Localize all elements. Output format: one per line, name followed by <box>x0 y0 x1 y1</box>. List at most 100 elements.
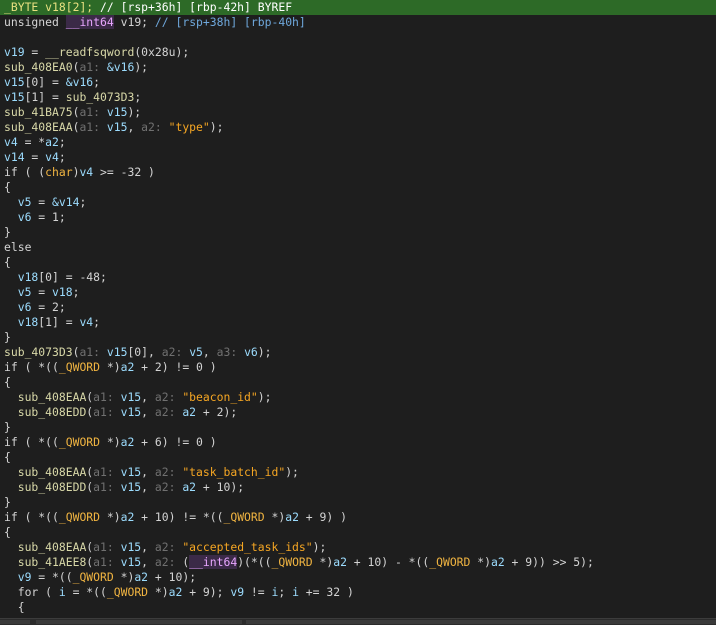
code-token-var[interactable]: v15 <box>121 390 142 404</box>
code-line[interactable]: v19 = __readfsqword(0x28u); <box>0 45 716 60</box>
code-token-var[interactable]: a2 <box>169 585 183 599</box>
code-line[interactable]: { <box>0 525 716 540</box>
code-token-func[interactable]: __readfsqword <box>45 45 134 59</box>
code-token-var[interactable]: v15 <box>121 480 142 494</box>
code-line[interactable]: { <box>0 600 716 615</box>
code-token-var[interactable]: a2 <box>182 405 196 419</box>
code-token-var[interactable]: a2 <box>121 510 135 524</box>
code-line[interactable]: sub_408EDD(a1: v15, a2: a2 + 2); <box>0 405 716 420</box>
code-token-func[interactable]: sub_408EA0 <box>4 60 73 74</box>
code-token-var[interactable]: &v16 <box>107 60 134 74</box>
code-token-func[interactable]: sub_41AEE8 <box>18 555 87 569</box>
code-line[interactable]: } <box>0 330 716 345</box>
code-line[interactable]: } <box>0 495 716 510</box>
code-line[interactable]: v6 = 2; <box>0 300 716 315</box>
code-token-var[interactable]: v15 <box>107 105 128 119</box>
code-line[interactable]: v9 = *((_QWORD *)a2 + 10); <box>0 570 716 585</box>
code-token-var[interactable]: v4 <box>79 315 93 329</box>
code-token-var[interactable]: &v14 <box>52 195 79 209</box>
code-line[interactable]: { <box>0 255 716 270</box>
code-line[interactable]: v5 = v18; <box>0 285 716 300</box>
code-line[interactable]: if ( *((_QWORD *)a2 + 10) != *((_QWORD *… <box>0 510 716 525</box>
code-token-var[interactable]: v6 <box>244 345 258 359</box>
code-line[interactable]: sub_408EDD(a1: v15, a2: a2 + 10); <box>0 480 716 495</box>
code-line[interactable]: sub_408EA0(a1: &v16); <box>0 60 716 75</box>
code-line[interactable]: if ( (char)v4 >= -32 ) <box>0 165 716 180</box>
code-line[interactable]: v6 = 1; <box>0 210 716 225</box>
code-line[interactable]: { <box>0 375 716 390</box>
code-token-var[interactable]: v9 <box>18 570 32 584</box>
status-bar-segment[interactable] <box>0 620 30 624</box>
code-line[interactable]: unsigned __int64 v19; // [rsp+38h] [rbp-… <box>0 15 716 30</box>
code-token-var[interactable]: a2 <box>285 510 299 524</box>
code-token-var[interactable]: v5 <box>18 285 32 299</box>
code-token-var[interactable]: v4 <box>45 150 59 164</box>
code-token-var[interactable]: v18 <box>52 285 73 299</box>
code-line[interactable]: v5 = &v14; <box>0 195 716 210</box>
code-token-var[interactable]: a2 <box>491 555 505 569</box>
code-token-func[interactable]: sub_408EDD <box>18 480 87 494</box>
code-line[interactable]: v18[1] = v4; <box>0 315 716 330</box>
status-bar-segment[interactable] <box>36 620 242 624</box>
code-line[interactable]: for ( i = *((_QWORD *)a2 + 9); v9 != i; … <box>0 585 716 600</box>
code-token-func[interactable]: sub_408EAA <box>18 465 87 479</box>
code-line[interactable]: v4 = *a2; <box>0 135 716 150</box>
code-line[interactable]: sub_408EAA(a1: v15, a2: "task_batch_id")… <box>0 465 716 480</box>
code-token-var[interactable]: &v16 <box>66 75 93 89</box>
code-line[interactable]: sub_408EAA(a1: v15, a2: "beacon_id"); <box>0 390 716 405</box>
code-token-var[interactable]: v18 <box>18 315 39 329</box>
code-token-var[interactable]: v4 <box>79 165 93 179</box>
code-token-var[interactable]: a2 <box>45 135 59 149</box>
code-line[interactable]: sub_41AEE8(a1: v15, a2: (__int64)(*((_QW… <box>0 555 716 570</box>
code-line[interactable]: } <box>0 420 716 435</box>
code-token-var[interactable]: a2 <box>333 555 347 569</box>
code-token-var[interactable]: v15 <box>4 75 25 89</box>
code-token-var[interactable]: v15 <box>121 555 142 569</box>
code-token-var[interactable]: v19 <box>4 45 25 59</box>
code-token-var[interactable]: a2 <box>182 480 196 494</box>
code-line[interactable]: sub_408EAA(a1: v15, a2: "accepted_task_i… <box>0 540 716 555</box>
code-token-func[interactable]: sub_408EAA <box>18 390 87 404</box>
status-bar-segment[interactable] <box>246 620 716 624</box>
code-line[interactable]: { <box>0 450 716 465</box>
code-line[interactable]: } <box>0 225 716 240</box>
code-token-var[interactable]: v15 <box>121 405 142 419</box>
code-token-func[interactable]: sub_408EDD <box>18 405 87 419</box>
code-line[interactable]: if ( *((_QWORD *)a2 + 6) != 0 ) <box>0 435 716 450</box>
code-line[interactable]: { <box>0 180 716 195</box>
code-token-func[interactable]: sub_41BA75 <box>4 105 73 119</box>
code-line[interactable]: sub_41BA75(a1: v15); <box>0 105 716 120</box>
code-token-var[interactable]: i <box>59 585 66 599</box>
code-line[interactable]: v15[1] = sub_4073D3; <box>0 90 716 105</box>
code-line[interactable]: v15[0] = &v16; <box>0 75 716 90</box>
code-token-var[interactable]: v15 <box>107 345 128 359</box>
code-token-var[interactable]: v15 <box>4 90 25 104</box>
code-token-var[interactable]: v4 <box>4 135 18 149</box>
code-token-var[interactable]: a2 <box>121 435 135 449</box>
code-token-var[interactable]: a2 <box>121 360 135 374</box>
code-token-var[interactable]: v15 <box>121 540 142 554</box>
code-token-var[interactable]: v15 <box>121 465 142 479</box>
code-token-func[interactable]: sub_4073D3 <box>4 345 73 359</box>
code-token-var[interactable]: v6 <box>18 210 32 224</box>
code-token-var[interactable]: v18 <box>18 270 39 284</box>
code-line[interactable]: sub_408EAA(a1: v15, a2: "type"); <box>0 120 716 135</box>
code-token-var[interactable]: v9 <box>230 585 244 599</box>
code-token-var[interactable]: v15 <box>107 120 128 134</box>
code-line[interactable]: v14 = v4; <box>0 150 716 165</box>
code-token-var[interactable]: v14 <box>4 150 25 164</box>
code-token-var[interactable]: a2 <box>134 570 148 584</box>
code-line[interactable] <box>0 30 716 45</box>
code-token-var[interactable]: v5 <box>18 195 32 209</box>
code-token-func[interactable]: sub_4073D3 <box>66 90 135 104</box>
code-line[interactable]: if ( *((_QWORD *)a2 + 2) != 0 ) <box>0 360 716 375</box>
code-token-func[interactable]: sub_408EAA <box>4 120 73 134</box>
pseudocode-view[interactable]: _BYTE v18[2]; // [rsp+36h] [rbp-42h] BYR… <box>0 0 716 618</box>
code-line[interactable]: else <box>0 240 716 255</box>
code-line[interactable]: sub_4073D3(a1: v15[0], a2: v5, a3: v6); <box>0 345 716 360</box>
code-line[interactable]: v18[0] = -48; <box>0 270 716 285</box>
code-token-var[interactable]: v5 <box>189 345 203 359</box>
code-token-var[interactable]: v6 <box>18 300 32 314</box>
code-token-var[interactable]: i <box>292 585 299 599</box>
code-line-selected[interactable]: _BYTE v18[2]; // [rsp+36h] [rbp-42h] BYR… <box>0 0 716 15</box>
